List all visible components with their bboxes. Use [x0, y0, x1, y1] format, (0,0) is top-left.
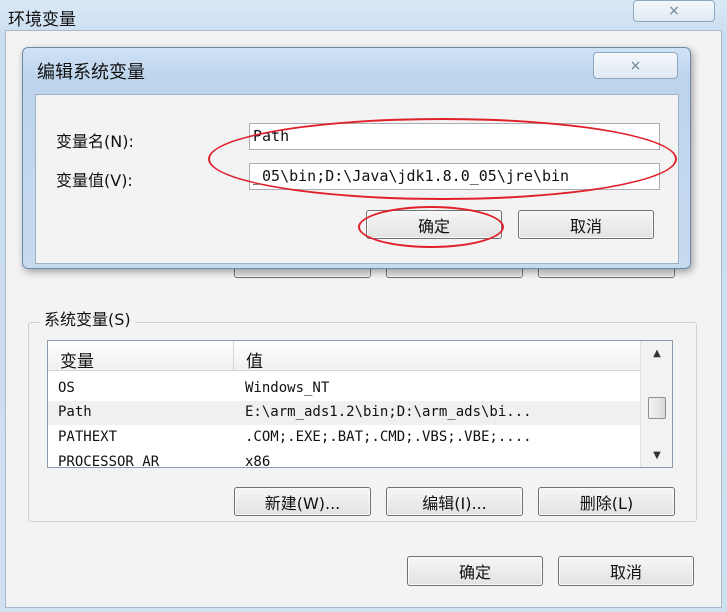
close-icon: ×: [668, 3, 680, 19]
table-row[interactable]: Path E:\arm_ads1.2\bin;D:\arm_ads\bi...: [48, 401, 640, 425]
cancel-button[interactable]: 取消: [518, 210, 654, 239]
close-button[interactable]: ×: [593, 52, 678, 79]
delete-button[interactable]: 删除(L): [538, 487, 675, 516]
dialog-title: 环境变量: [8, 10, 76, 30]
vertical-scrollbar[interactable]: ▲ ▼: [640, 341, 672, 467]
edit-button[interactable]: 编辑(I)...: [386, 487, 523, 516]
column-divider[interactable]: [233, 341, 234, 371]
list-header: 变量 值: [48, 341, 640, 372]
system-variables-list[interactable]: 变量 值 OS Windows_NT Path E:\arm_ads1.2\bi…: [47, 340, 673, 468]
close-button[interactable]: ×: [633, 0, 715, 22]
dialog-title: 编辑系统变量: [37, 62, 145, 83]
close-icon: ×: [629, 57, 642, 74]
annotation-ellipse: [208, 118, 677, 200]
row-name: OS: [58, 380, 75, 396]
table-row[interactable]: PROCESSOR_AR x86: [48, 451, 640, 468]
column-header-value[interactable]: 值: [246, 347, 263, 372]
row-value: x86: [245, 454, 271, 468]
row-value: Windows_NT: [245, 380, 330, 396]
variable-name-label: 变量名(N):: [56, 132, 134, 151]
annotation-ellipse: [358, 206, 504, 248]
row-name: PROCESSOR_AR: [58, 454, 160, 468]
cancel-button[interactable]: 取消: [558, 556, 694, 586]
scrollbar-thumb[interactable]: [648, 397, 666, 419]
table-row[interactable]: PATHEXT .COM;.EXE;.BAT;.CMD;.VBS;.VBE;..…: [48, 426, 640, 450]
column-header-variable[interactable]: 变量: [60, 347, 94, 372]
table-row[interactable]: OS Windows_NT: [48, 377, 640, 401]
row-name: PATHEXT: [58, 429, 118, 445]
row-name: Path: [58, 404, 92, 420]
ok-button[interactable]: 确定: [407, 556, 543, 586]
scroll-down-arrow-icon[interactable]: ▼: [641, 443, 672, 467]
row-value: .COM;.EXE;.BAT;.CMD;.VBS;.VBE;....: [245, 429, 532, 445]
variable-value-label: 变量值(V):: [56, 171, 133, 190]
scroll-up-arrow-icon[interactable]: ▲: [641, 341, 672, 365]
system-variables-label: 系统变量(S): [40, 306, 135, 330]
new-button[interactable]: 新建(W)...: [234, 487, 371, 516]
row-value: E:\arm_ads1.2\bin;D:\arm_ads\bi...: [245, 404, 532, 420]
